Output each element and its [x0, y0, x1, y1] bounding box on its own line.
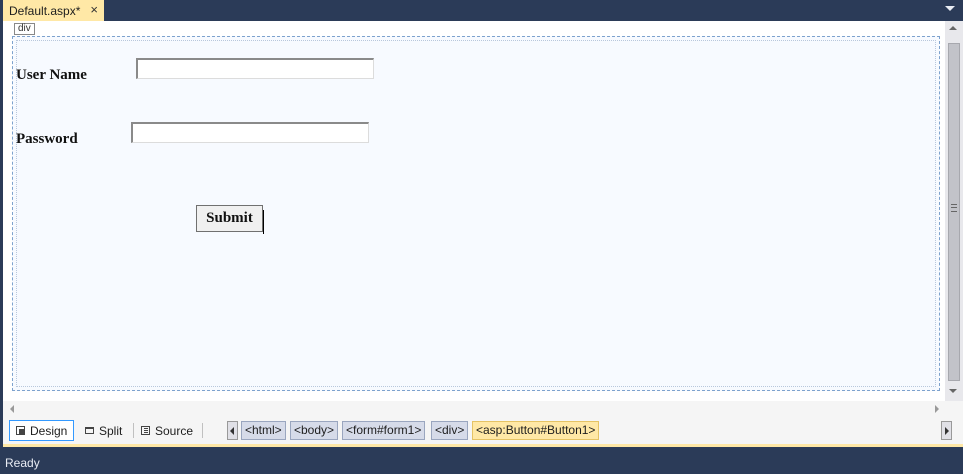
- divider: [202, 423, 203, 438]
- username-input[interactable]: [136, 58, 374, 79]
- username-label: User Name: [16, 67, 87, 83]
- design-view-button[interactable]: Design: [9, 420, 75, 441]
- scrollbar-corner: [945, 401, 963, 417]
- split-view-label: Split: [99, 423, 123, 438]
- breadcrumb-div[interactable]: <div>: [431, 421, 469, 440]
- design-view-icon: [16, 426, 25, 435]
- document-tab-default-aspx[interactable]: Default.aspx* ×: [3, 0, 104, 21]
- source-view-button[interactable]: Source: [135, 420, 199, 441]
- grip-icon: [951, 204, 957, 212]
- chevron-down-icon[interactable]: [945, 6, 955, 11]
- breadcrumb-form1[interactable]: <form#form1>: [342, 421, 426, 440]
- div-inner-outline: [16, 40, 936, 387]
- source-view-label: Source: [155, 423, 194, 438]
- status-text: Ready: [5, 456, 40, 470]
- tab-title: Default.aspx*: [9, 3, 81, 18]
- password-input[interactable]: [131, 122, 369, 143]
- divider: [133, 423, 134, 438]
- scroll-right-arrow-icon[interactable]: [935, 405, 939, 413]
- split-view-icon: [85, 427, 94, 434]
- div-tag-label[interactable]: div: [14, 23, 35, 35]
- view-and-tag-bar: Design Split Source <html> <body> <form#…: [3, 417, 963, 444]
- split-view-button[interactable]: Split: [79, 420, 128, 441]
- scroll-down-arrow-icon[interactable]: [949, 389, 957, 393]
- vertical-scrollbar[interactable]: [945, 21, 963, 401]
- document-tab-strip: Default.aspx* ×: [0, 0, 963, 21]
- close-icon[interactable]: ×: [90, 2, 98, 17]
- status-bar: Ready: [0, 452, 963, 472]
- scroll-up-arrow-icon[interactable]: [949, 26, 957, 30]
- breadcrumb-html[interactable]: <html>: [241, 421, 286, 440]
- breadcrumb-body[interactable]: <body>: [290, 421, 339, 440]
- text-caret: [263, 210, 264, 234]
- breadcrumb-scroll-left-icon[interactable]: [227, 421, 238, 440]
- submit-button[interactable]: Submit: [196, 205, 263, 232]
- breadcrumb-scroll-right-icon[interactable]: [941, 421, 952, 440]
- horizontal-scrollbar[interactable]: [3, 401, 945, 417]
- breadcrumb-button1[interactable]: <asp:Button#Button1>: [472, 421, 600, 440]
- design-view-label: Design: [30, 423, 68, 438]
- vertical-scroll-thumb[interactable]: [948, 43, 960, 381]
- source-view-icon: [141, 426, 150, 435]
- scroll-left-arrow-icon[interactable]: [10, 405, 14, 413]
- password-label: Password: [16, 131, 78, 147]
